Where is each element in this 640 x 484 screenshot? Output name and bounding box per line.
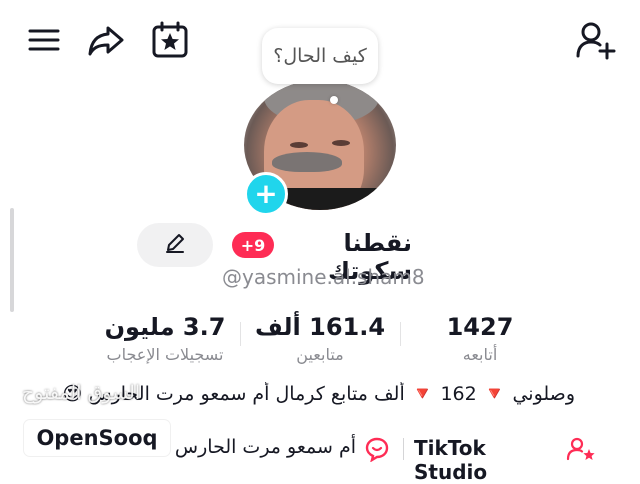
- bubble-tail: [330, 96, 338, 104]
- stats-divider: [400, 322, 401, 346]
- tiktok-studio-link[interactable]: TikTok Studio: [414, 436, 564, 484]
- following-count[interactable]: 1427: [430, 313, 530, 341]
- user-star-icon[interactable]: [566, 436, 596, 462]
- bio-separator: [403, 438, 404, 460]
- scrollbar[interactable]: [10, 208, 14, 312]
- followers-count[interactable]: 161.4 ألف: [250, 313, 390, 341]
- following-label: أتابعه: [462, 345, 498, 364]
- username: @yasmine.al.sham8: [222, 265, 425, 289]
- watermark-brand: OpenSooq: [24, 420, 170, 456]
- watermark-arabic: السوق المفتوح: [22, 382, 141, 404]
- pencil-icon: [164, 232, 186, 258]
- add-story-plus-icon[interactable]: +: [244, 172, 288, 216]
- bio-link-text[interactable]: أم سمعو مرت الحارس: [175, 436, 356, 458]
- calendar-star-icon[interactable]: [150, 20, 190, 60]
- share-icon[interactable]: [86, 22, 126, 58]
- followers-label: متابعين: [296, 345, 344, 364]
- avatar-eye: [332, 140, 350, 146]
- avatar-eye: [290, 142, 308, 148]
- add-user-icon[interactable]: [574, 20, 616, 60]
- menu-icon[interactable]: [26, 25, 62, 55]
- avatar-mustache: [272, 152, 342, 172]
- status-bubble[interactable]: كيف الحال؟: [262, 28, 378, 84]
- chat-bubble-icon: [364, 436, 390, 462]
- notification-badge[interactable]: +9: [232, 232, 274, 258]
- likes-label: تسجيلات الإعجاب: [106, 345, 224, 364]
- stats-divider: [240, 322, 241, 346]
- likes-count[interactable]: 3.7 مليون: [100, 313, 230, 341]
- edit-profile-button[interactable]: [137, 223, 213, 267]
